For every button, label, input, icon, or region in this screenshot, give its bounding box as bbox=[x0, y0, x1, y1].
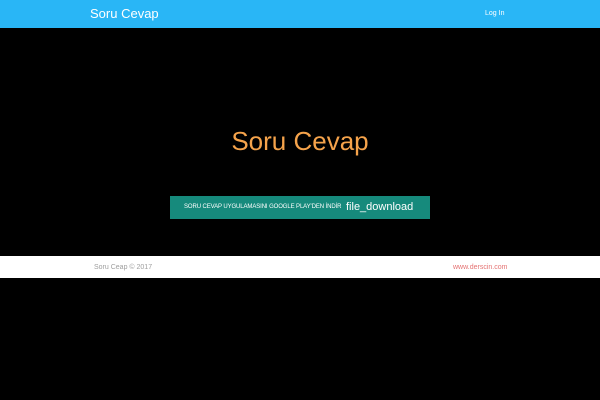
google-play-download-button[interactable]: SORU CEVAP UYGULAMASINI GOOGLE PLAY'DEN … bbox=[170, 196, 430, 219]
copyright-text: Soru Ceap © 2017 bbox=[94, 264, 153, 271]
footer-site-link[interactable]: www.derscin.com bbox=[453, 263, 507, 272]
brand-link[interactable]: Soru Cevap bbox=[90, 5, 159, 23]
file-download-icon: file_download bbox=[346, 201, 414, 213]
empty-page-area bbox=[0, 278, 600, 400]
hero-title: Soru Cevap bbox=[231, 126, 369, 156]
login-link[interactable]: Log In bbox=[485, 9, 504, 19]
download-button-label: SORU CEVAP UYGULAMASINI GOOGLE PLAY'DEN … bbox=[184, 204, 342, 210]
top-navbar: Soru Cevap Log In bbox=[0, 0, 600, 28]
page-footer: Soru Ceap © 2017 www.derscin.com bbox=[0, 256, 600, 278]
hero-section: Soru Cevap SORU CEVAP UYGULAMASINI GOOGL… bbox=[0, 28, 600, 256]
